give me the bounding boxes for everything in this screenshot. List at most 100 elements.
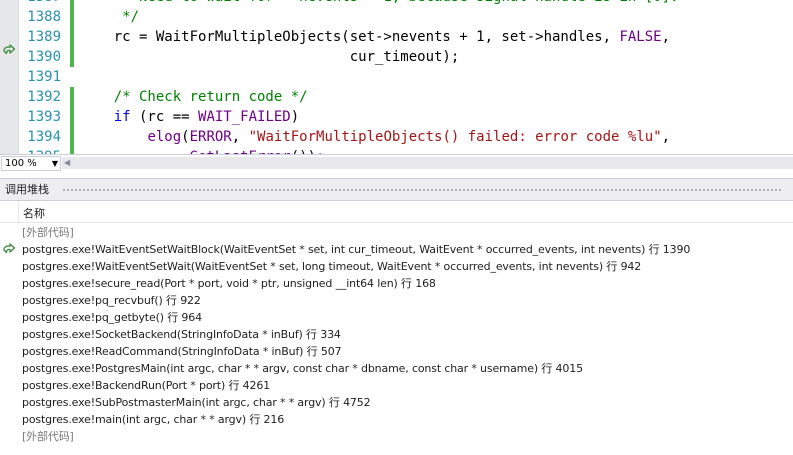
line-number: 1395: [18, 147, 61, 154]
code-token: rc = WaitForMultipleObjects(set->nevents…: [80, 29, 620, 45]
code-line[interactable]: 1395 GetLastError());: [0, 147, 793, 154]
call-stack-frame[interactable]: postgres.exe!secure_read(Port * port, vo…: [0, 275, 793, 292]
code-line[interactable]: 1388 */: [0, 7, 793, 27]
frame-gutter: [0, 326, 18, 343]
line-number: 1390: [27, 49, 61, 65]
call-stack-frame[interactable]: postgres.exe!BackendRun(Port * port) 行 4…: [0, 377, 793, 394]
code-token: */: [80, 9, 140, 25]
frame-label: postgres.exe!WaitEventSetWait(WaitEventS…: [22, 260, 642, 273]
code-line[interactable]: 1392 /* Check return code */: [0, 87, 793, 107]
column-name-label: 名称: [23, 207, 45, 220]
code-token: FALSE: [619, 29, 662, 45]
code-token: (: [181, 129, 190, 145]
chevron-down-icon: ▼: [51, 159, 58, 168]
call-stack-frame[interactable]: postgres.exe!pq_getbyte() 行 964: [0, 309, 793, 326]
external-code-label: [外部代码]: [22, 226, 74, 239]
column-header[interactable]: 名称: [0, 202, 793, 223]
frame-label: postgres.exe!pq_getbyte() 行 964: [22, 311, 202, 324]
code-line[interactable]: 1389 rc = WaitForMultipleObjects(set->ne…: [0, 27, 793, 47]
frame-gutter: [0, 258, 18, 275]
code-token: (rc ==: [130, 109, 199, 125]
call-stack-frame[interactable]: postgres.exe!WaitEventSetWaitBlock(WaitE…: [0, 241, 793, 258]
frame-label: postgres.exe!ReadCommand(StringInfoData …: [22, 345, 342, 358]
line-number: 1391: [27, 69, 61, 85]
call-stack-frame[interactable]: postgres.exe!ReadCommand(StringInfoData …: [0, 343, 793, 360]
frame-gutter: [0, 360, 18, 377]
code-text: if (rc == WAIT_FAILED): [80, 107, 299, 127]
scroll-left-icon[interactable]: ◀: [64, 157, 70, 169]
frame-gutter: [0, 428, 18, 445]
frame-label: postgres.exe!WaitEventSetWaitBlock(WaitE…: [22, 243, 691, 256]
code-line[interactable]: 1394 elog(ERROR, "WaitForMultipleObjects…: [0, 127, 793, 147]
code-text: cur_timeout);: [80, 47, 460, 67]
code-token: cur_timeout);: [80, 49, 460, 65]
code-line[interactable]: 1390 cur_timeout);: [0, 47, 793, 67]
frame-gutter: [0, 224, 18, 241]
change-marker: [70, 87, 74, 107]
panel-title: 调用堆栈: [5, 183, 49, 196]
code-line[interactable]: 1387 * Need to wait for ->nevents = 1, b…: [0, 0, 793, 7]
frame-label: postgres.exe!secure_read(Port * port, vo…: [22, 277, 436, 290]
code-text: /* Check return code */: [80, 87, 308, 107]
frame-label: postgres.exe!SubPostmasterMain(int argc,…: [22, 396, 371, 409]
line-number: 1392: [27, 89, 61, 105]
code-token: * Need to wait for ->nevents = 1, becaus…: [114, 0, 678, 5]
frame-label: postgres.exe!PostgresMain(int argc, char…: [22, 362, 583, 375]
frame-label: postgres.exe!pq_recvbuf() 行 922: [22, 294, 201, 307]
frame-label: postgres.exe!BackendRun(Port * port) 行 4…: [22, 379, 271, 392]
change-marker: [70, 7, 74, 27]
call-stack-panel: 调用堆栈 名称 [外部代码] postgres.exe!WaitEventSetW…: [0, 178, 793, 455]
next-statement-arrow-icon[interactable]: [2, 44, 16, 58]
panel-drag-grip[interactable]: [62, 188, 781, 192]
call-stack-frame[interactable]: postgres.exe!pq_recvbuf() 行 922: [0, 292, 793, 309]
code-token: ERROR: [189, 129, 232, 145]
column-header-gutter: [0, 202, 19, 222]
line-number: 1393: [27, 109, 61, 125]
call-stack-list: [外部代码] postgres.exe!WaitEventSetWaitBlock…: [0, 224, 793, 445]
code-text: */: [80, 7, 139, 27]
editor-status-bar: 100 % ▼ ◀: [0, 154, 793, 171]
frame-gutter: [0, 275, 18, 292]
line-number: 1394: [27, 129, 61, 145]
change-marker: [70, 107, 74, 127]
code-text: * Need to wait for ->nevents = 1, becaus…: [80, 0, 678, 7]
zoom-value: 100 %: [5, 158, 37, 169]
line-number: 1387: [18, 0, 61, 7]
line-number: 1389: [27, 29, 61, 45]
current-frame-arrow-icon: [3, 243, 16, 254]
code-editor[interactable]: 1387 * Need to wait for ->nevents = 1, b…: [0, 0, 793, 154]
code-token: ,: [231, 129, 249, 145]
code-token: elog: [147, 129, 182, 145]
call-stack-frame[interactable]: [外部代码]: [0, 224, 793, 241]
code-text: elog(ERROR, "WaitForMultipleObjects() fa…: [80, 127, 670, 147]
change-marker: [70, 67, 74, 87]
change-marker: [70, 47, 74, 67]
change-marker: [70, 27, 74, 47]
code-line[interactable]: 1391: [0, 67, 793, 87]
change-marker: [70, 127, 74, 147]
code-token: ,: [661, 29, 671, 45]
horizontal-scrollbar[interactable]: ◀: [62, 157, 793, 169]
change-marker: [70, 147, 74, 154]
call-stack-frame[interactable]: [外部代码]: [0, 428, 793, 445]
frame-gutter: [0, 292, 18, 309]
zoom-dropdown[interactable]: 100 % ▼: [1, 156, 61, 171]
code-text: rc = WaitForMultipleObjects(set->nevents…: [80, 27, 670, 47]
external-code-label: [外部代码]: [22, 430, 74, 443]
code-token: if: [113, 109, 131, 125]
code-line[interactable]: 1393 if (rc == WAIT_FAILED): [0, 107, 793, 127]
call-stack-frame[interactable]: postgres.exe!main(int argc, char * * arg…: [0, 411, 793, 428]
line-number: 1388: [27, 9, 61, 25]
call-stack-frame[interactable]: postgres.exe!PostgresMain(int argc, char…: [0, 360, 793, 377]
code-lines: 1387 * Need to wait for ->nevents = 1, b…: [0, 0, 793, 154]
call-stack-frame[interactable]: postgres.exe!WaitEventSetWait(WaitEventS…: [0, 258, 793, 275]
frame-label: postgres.exe!main(int argc, char * * arg…: [22, 413, 285, 426]
panel-header[interactable]: 调用堆栈: [0, 179, 793, 201]
frame-gutter: [0, 309, 18, 326]
frame-label: postgres.exe!SocketBackend(StringInfoDat…: [22, 328, 341, 341]
call-stack-frame[interactable]: postgres.exe!SocketBackend(StringInfoDat…: [0, 326, 793, 343]
call-stack-frame[interactable]: postgres.exe!SubPostmasterMain(int argc,…: [0, 394, 793, 411]
